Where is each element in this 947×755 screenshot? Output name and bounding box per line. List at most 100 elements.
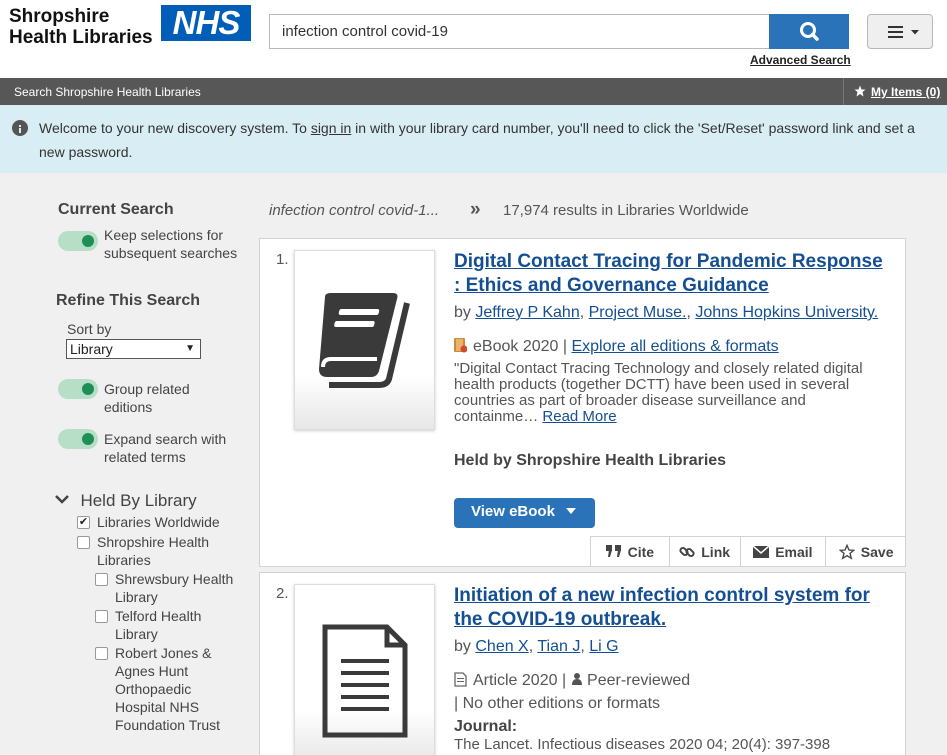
- search-input[interactable]: infection control covid-19: [269, 14, 771, 49]
- search-query-crumb[interactable]: infection control covid-1...: [269, 202, 439, 219]
- library-label-worldwide: Libraries Worldwide: [97, 514, 220, 530]
- result-number: 1.: [276, 251, 289, 268]
- save-button[interactable]: Save: [826, 537, 906, 566]
- format-separator: |: [562, 338, 568, 355]
- expand-search-label: Expand search with related terms: [104, 431, 227, 465]
- info-icon: [12, 120, 28, 136]
- format-separator: |: [561, 672, 567, 689]
- peer-reviewed-text: Peer-reviewed: [587, 672, 691, 689]
- by-label: by: [454, 638, 471, 655]
- menu-button[interactable]: [867, 14, 933, 49]
- breadcrumb-separator-icon: »: [470, 199, 481, 220]
- result-format: Article 2020 | Peer-reviewed: [454, 672, 690, 690]
- author-link[interactable]: Project Muse.: [589, 304, 687, 321]
- star-icon: [854, 85, 866, 97]
- author-link[interactable]: Tian J: [537, 638, 580, 655]
- author-link[interactable]: Jeffrey P Kahn: [475, 304, 579, 321]
- hamburger-icon: [888, 26, 919, 38]
- my-items-label: My Items (0): [871, 85, 941, 99]
- keep-selections-label: Keep selections for subsequent searches: [104, 227, 238, 261]
- no-editions-text: | No other editions or formats: [454, 695, 661, 712]
- library-checkbox-shropshire[interactable]: [77, 536, 90, 549]
- result-card: 2. Initiation of a new infection control…: [259, 572, 906, 755]
- result-thumbnail[interactable]: [294, 584, 435, 755]
- result-title-link[interactable]: Digital Contact Tracing for Pandemic Res…: [454, 250, 884, 298]
- library-checkbox-robert-jones[interactable]: [95, 647, 108, 660]
- banner-text: Welcome to your new discovery system. To…: [39, 116, 929, 164]
- cite-button[interactable]: Cite: [591, 537, 670, 566]
- format-text: eBook 2020: [473, 338, 559, 355]
- journal-label: Journal:: [454, 718, 518, 735]
- format-text: Article 2020: [473, 672, 558, 689]
- ebook-format-icon: [454, 338, 467, 353]
- keep-selections-toggle[interactable]: [58, 231, 98, 251]
- nhs-logo: NHS: [161, 5, 251, 41]
- by-label: by: [454, 304, 471, 321]
- library-label-telford: Telford Health Library: [115, 608, 202, 642]
- banner-text-start: Welcome to your new discovery system. To: [39, 120, 311, 136]
- email-button[interactable]: Email: [741, 537, 827, 566]
- top-navbar: Search Shropshire Health Libraries My It…: [0, 78, 947, 105]
- peer-reviewed-icon: [571, 673, 582, 685]
- library-label-robert-jones: Robert Jones & Agnes Hunt Orthopaedic Ho…: [115, 645, 221, 733]
- email-label: Email: [775, 543, 813, 560]
- current-search-title: Current Search: [58, 201, 174, 218]
- dropdown-arrow-icon: ▼: [185, 343, 195, 354]
- refine-search-title: Refine This Search: [56, 292, 201, 309]
- result-authors: by Chen X, Tian J, Li G: [454, 638, 619, 655]
- result-actions: Cite Link Email Save: [590, 536, 906, 566]
- expand-search-toggle[interactable]: [58, 429, 98, 449]
- brand-line-2: Health Libraries: [9, 27, 153, 48]
- library-checkbox-shrewsbury[interactable]: [95, 573, 108, 586]
- result-card: 1. Digital Contact Tracing for Pandemic …: [259, 238, 906, 567]
- my-items-link[interactable]: My Items (0): [843, 78, 940, 105]
- sort-by-value: Library: [70, 341, 113, 357]
- results-count: 17,974 results in Libraries Worldwide: [503, 202, 749, 219]
- group-related-toggle[interactable]: [58, 379, 98, 399]
- held-by-title: Held By Library: [80, 491, 197, 510]
- site-brand[interactable]: Shropshire Health Libraries: [9, 6, 153, 48]
- result-thumbnail[interactable]: [294, 250, 435, 430]
- advanced-search-link[interactable]: Advanced Search: [750, 53, 851, 67]
- view-ebook-label: View eBook: [471, 503, 555, 520]
- read-more-link[interactable]: Read More: [542, 408, 616, 425]
- info-banner: Welcome to your new discovery system. To…: [0, 105, 947, 173]
- author-link[interactable]: Li G: [589, 638, 618, 655]
- library-label-shrewsbury: Shrewsbury Health Library: [115, 571, 234, 605]
- explore-editions-link[interactable]: Explore all editions & formats: [571, 338, 778, 355]
- library-label-shropshire: Shropshire Health Libraries: [97, 534, 210, 568]
- sort-by-select[interactable]: Library ▼: [66, 339, 201, 359]
- library-checkbox-telford[interactable]: [95, 610, 108, 623]
- group-related-label: Group related editions: [104, 381, 190, 415]
- link-icon: [679, 546, 695, 557]
- cite-label: Cite: [627, 543, 655, 560]
- link-label: Link: [701, 543, 731, 560]
- result-format: eBook 2020 | Explore all editions & form…: [454, 338, 779, 356]
- search-icon: [800, 22, 819, 41]
- author-link[interactable]: Chen X: [475, 638, 528, 655]
- sidebar: Current Search Keep selections for subse…: [0, 173, 255, 755]
- star-outline-icon: [838, 543, 855, 560]
- result-number: 2.: [276, 585, 289, 602]
- caret-down-icon: [566, 508, 577, 514]
- link-button[interactable]: Link: [670, 537, 741, 566]
- view-ebook-button[interactable]: View eBook: [454, 498, 595, 528]
- save-label: Save: [860, 543, 894, 560]
- author-link[interactable]: Johns Hopkins University.: [695, 304, 878, 321]
- journal-value: The Lancet. Infectious diseases 2020 04;…: [454, 736, 831, 753]
- held-by-text: Held by Shropshire Health Libraries: [454, 452, 727, 469]
- sign-in-link[interactable]: sign in: [311, 120, 351, 136]
- held-by-header[interactable]: Held By Library: [54, 491, 197, 511]
- document-icon: [322, 624, 408, 738]
- chevron-down-icon: [55, 495, 69, 504]
- quote-icon: [605, 545, 621, 557]
- library-checkbox-worldwide[interactable]: ✔: [77, 516, 90, 529]
- description-text: "Digital Contact Tracing Technology and …: [454, 360, 863, 425]
- result-description: "Digital Contact Tracing Technology and …: [454, 361, 884, 425]
- book-icon: [319, 293, 410, 388]
- search-button[interactable]: [769, 14, 849, 49]
- header: Shropshire Health Libraries NHS infectio…: [0, 0, 947, 78]
- navbar-title: Search Shropshire Health Libraries: [14, 85, 201, 99]
- article-format-icon: [454, 672, 467, 687]
- result-title-link[interactable]: Initiation of a new infection control sy…: [454, 584, 884, 632]
